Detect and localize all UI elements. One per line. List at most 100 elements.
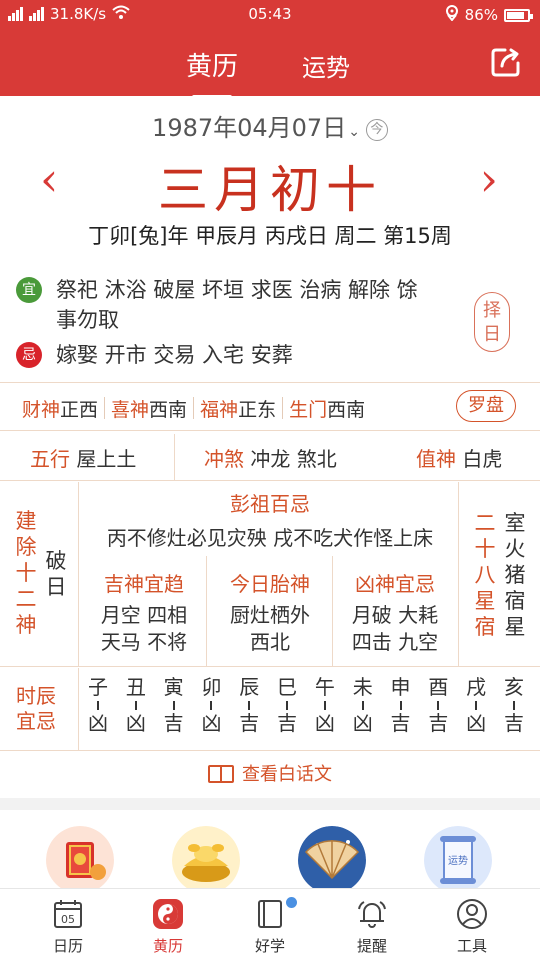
yi-section: 宜 祭祀 沐浴 破屋 坏垣 求医 治病 解除 馀 事勿取 — [16, 275, 476, 335]
battery-fill — [507, 11, 524, 19]
god-key: 生门 — [289, 398, 328, 421]
share-icon[interactable] — [490, 46, 522, 78]
zhishen-key: 值神 — [416, 447, 456, 471]
divider — [0, 382, 540, 383]
shichen-item: 亥吉 — [503, 675, 524, 735]
wuxing-key: 五行 — [30, 447, 70, 471]
today-button[interactable]: 今 — [365, 119, 388, 141]
god-fushen: 福神 正东 — [200, 395, 276, 422]
yi-text-line1: 祭祀 沐浴 破屋 坏垣 求医 治病 解除 馀 — [56, 278, 418, 302]
calendar-icon: 05 — [54, 900, 82, 928]
xiu-value: 室火猪宿星 — [504, 511, 526, 639]
shichen-list: 子凶 丑凶 寅吉 卯凶 辰吉 巳吉 午凶 未凶 申吉 酉吉 戌凶 亥吉 — [80, 676, 532, 734]
shichen-item: 戌凶 — [466, 675, 487, 735]
tab-huangli[interactable]: 黄历 — [186, 46, 238, 99]
shichen-item: 午凶 — [314, 675, 335, 735]
shichen-item: 未凶 — [352, 675, 373, 735]
god-key: 喜神 — [111, 398, 150, 421]
divider — [174, 434, 175, 480]
jishen-title: 吉神宜趋 — [104, 572, 184, 596]
nav-label: 提醒 — [356, 937, 387, 955]
shichen-item: 辰吉 — [239, 675, 260, 735]
wuxing-row: 五行 屋上土 冲煞 冲龙 煞北 值神 白虎 — [0, 440, 540, 476]
view-baihua-link[interactable]: 查看白话文 — [0, 760, 540, 786]
ganzhi-line: 丁卯[兔]年 甲辰月 丙戌日 周二 第15周 — [88, 224, 452, 248]
zeri-button[interactable]: 择日 — [474, 292, 510, 352]
chongsha-key: 冲煞 — [204, 447, 244, 471]
battery-percent: 86% — [464, 6, 498, 24]
folding-fan-icon[interactable] — [298, 826, 366, 888]
chevron-down-icon: ⌄ — [348, 124, 360, 140]
divider — [0, 430, 540, 431]
xiongshen-title: 凶神宜忌 — [355, 572, 435, 596]
divider — [206, 556, 207, 666]
nav-gongju[interactable]: 工具 — [432, 897, 512, 956]
jishen-body: 月空 四相 天马 不将 — [100, 603, 188, 654]
god-key: 福神 — [200, 398, 239, 421]
bell-icon — [358, 901, 386, 928]
fortune-scroll-icon[interactable]: 运势 — [424, 826, 492, 888]
shichen-item: 申吉 — [390, 675, 411, 735]
divider — [78, 668, 79, 750]
divider — [0, 480, 540, 481]
divider — [458, 482, 459, 666]
tab-yunshi[interactable]: 运势 — [302, 48, 350, 83]
next-day-button[interactable]: › — [480, 152, 498, 206]
section-gap — [0, 798, 540, 810]
new-badge-dot — [286, 897, 297, 908]
gold-ingot-icon[interactable] — [172, 826, 240, 888]
nav-label: 日历 — [52, 937, 83, 955]
red-almanac-book-icon[interactable] — [46, 826, 114, 888]
xiu-label: 二十八星宿 — [474, 511, 496, 639]
nav-huangli[interactable]: 黄历 — [128, 897, 208, 956]
jianchu-label: 建除十二神 — [15, 509, 37, 637]
location-icon — [445, 5, 459, 25]
shichen-item: 酉吉 — [428, 675, 449, 735]
yi-text-line2: 事勿取 — [56, 308, 119, 332]
person-icon — [457, 899, 487, 929]
chongsha-value: 冲龙 煞北 — [250, 447, 337, 471]
open-book-icon — [208, 765, 234, 783]
shichen-item: 卯凶 — [201, 675, 222, 735]
divider — [332, 556, 333, 666]
nav-tixing[interactable]: 提醒 — [332, 897, 412, 956]
xiongshen-body: 月破 大耗 四击 九空 — [351, 603, 439, 654]
status-bar: 31.8K/s 05:43 86% — [0, 0, 540, 28]
shichen-item: 子凶 — [88, 675, 108, 735]
zhishen-value: 白虎 — [462, 447, 503, 471]
pengzu-title: 彭祖百忌 — [230, 492, 310, 516]
solar-date-picker[interactable]: 1987年04月07日 ⌄ 今 — [0, 108, 540, 143]
god-caishen: 财神 正西 — [22, 395, 98, 422]
yi-badge: 宜 — [16, 277, 42, 303]
divider — [0, 666, 540, 667]
shichen-item: 丑凶 — [125, 675, 146, 735]
god-value: 正西 — [60, 398, 99, 421]
solar-date: 1987年04月07日 — [152, 114, 347, 142]
shichen-item: 寅吉 — [163, 675, 184, 735]
god-value: 正东 — [238, 398, 277, 421]
god-value: 西南 — [327, 398, 366, 421]
nav-label: 黄历 — [152, 937, 183, 955]
god-value: 西南 — [149, 398, 188, 421]
baihua-label: 查看白话文 — [242, 764, 332, 785]
book-icon — [258, 900, 282, 928]
god-shengmen: 生门 西南 — [289, 395, 365, 422]
god-key: 财神 — [22, 398, 61, 421]
luopan-button[interactable]: 罗盘 — [456, 390, 516, 422]
nav-label: 工具 — [456, 937, 487, 955]
shichen-item: 巳吉 — [277, 675, 298, 735]
nav-rili[interactable]: 05 日历 — [28, 897, 108, 956]
lunar-date: 三月初十 — [158, 161, 382, 219]
taishen-title: 今日胎神 — [230, 572, 310, 596]
top-header: 黄历 运势 — [0, 28, 540, 99]
svg-text:05: 05 — [61, 913, 75, 926]
taishen-body: 厨灶栖外 西北 — [230, 603, 310, 654]
pengzu-text: 丙不修灶必见灾殃 戌不吃犬作怪上床 — [106, 526, 434, 550]
nav-haoxue[interactable]: 好学 — [230, 897, 310, 956]
ji-text: 嫁娶 开市 交易 入宅 安葬 — [56, 343, 293, 367]
svg-text:运势: 运势 — [448, 854, 468, 867]
wuxing-value: 屋上土 — [76, 447, 137, 471]
divider — [0, 750, 540, 751]
shichen-label: 时辰 宜忌 — [16, 684, 56, 733]
ji-badge: 忌 — [16, 342, 42, 368]
